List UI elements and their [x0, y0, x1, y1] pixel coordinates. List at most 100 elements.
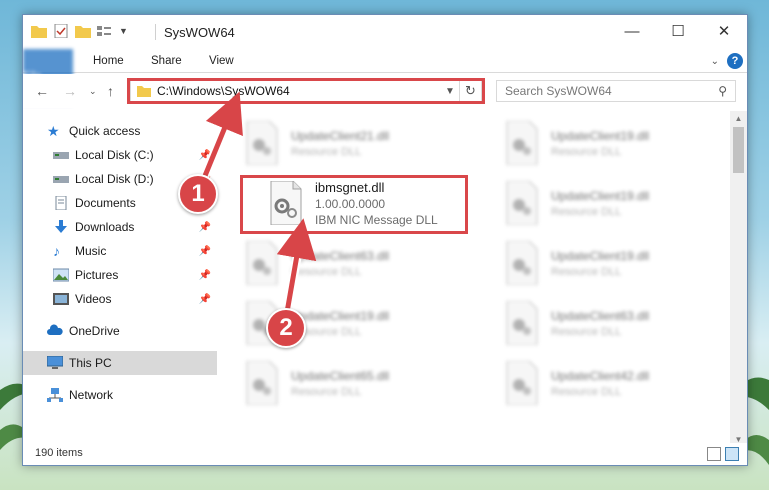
maximize-button[interactable]: ☐: [655, 15, 701, 47]
pin-icon[interactable]: 📌: [199, 270, 211, 281]
sidebar-item-network[interactable]: Network: [23, 383, 217, 407]
file-description: Resource DLL: [551, 325, 622, 338]
list-item[interactable]: UpdateClient63.dll Resource DLL: [503, 295, 733, 351]
quick-access-toolbar: ▼: [31, 24, 128, 38]
view-switcher: [707, 447, 739, 461]
file-description: Resource DLL: [551, 385, 622, 398]
help-button[interactable]: ?: [727, 53, 743, 69]
list-item[interactable]: UpdateClient19.dll Resource DLL: [503, 175, 733, 231]
list-item[interactable]: UpdateClient65.dll Resource DLL: [243, 355, 473, 411]
sidebar-item-label: Downloads: [75, 220, 135, 234]
navigation-bar: ← → ⌄ ↑ C:\Windows\SysWOW64 ▼ ↻ Search S…: [23, 74, 747, 108]
minimize-button[interactable]: —: [609, 15, 655, 47]
dll-file-icon: [246, 121, 278, 165]
list-item[interactable]: UpdateClient42.dll Resource DLL: [503, 355, 733, 411]
expand-ribbon-icon[interactable]: ⌄: [711, 56, 719, 67]
tab-home[interactable]: Home: [93, 49, 124, 73]
sidebar-item-downloads[interactable]: Downloads 📌: [23, 215, 217, 239]
forward-arrow-icon[interactable]: →: [63, 83, 77, 99]
dll-file-icon: [506, 181, 538, 225]
properties-icon[interactable]: [53, 24, 69, 38]
pin-icon[interactable]: 📌: [199, 150, 211, 161]
step-2-badge: 2: [266, 308, 306, 348]
tab-view[interactable]: View: [209, 49, 234, 73]
file-description: Resource DLL: [551, 205, 622, 218]
videos-icon: [53, 293, 69, 305]
download-icon: [55, 220, 67, 233]
dll-file-icon: [246, 241, 278, 285]
drive-icon: [53, 152, 69, 159]
sidebar-item-quick-access[interactable]: ★ Quick access: [23, 119, 217, 143]
documents-icon: [55, 196, 67, 210]
step-1-badge: 1: [178, 174, 218, 214]
vertical-scrollbar[interactable]: ▲ ▼: [730, 111, 747, 447]
window-title: SysWOW64: [164, 25, 235, 40]
title-bar: ▼ SysWOW64 — ☐ ✕: [23, 15, 747, 49]
file-name: UpdateClient19.dll: [551, 188, 650, 203]
sidebar-item-label: This PC: [69, 356, 112, 370]
sidebar-item-label: Local Disk (C:): [75, 148, 154, 162]
tab-share[interactable]: Share: [151, 49, 182, 73]
file-description: Resource DLL: [551, 265, 622, 278]
file-description: Resource DLL: [291, 265, 362, 278]
status-bar: 190 items: [23, 443, 747, 465]
dll-file-icon: [506, 121, 538, 165]
list-item[interactable]: UpdateClient19.dll Resource DLL: [503, 235, 733, 291]
file-name: UpdateClient63.dll: [551, 308, 650, 323]
search-box[interactable]: Search SysWOW64 ⚲: [496, 80, 736, 102]
file-name: UpdateClient19.dll: [291, 308, 390, 323]
list-item[interactable]: UpdateClient19.dll Resource DLL: [503, 115, 733, 171]
sidebar-item-this-pc[interactable]: This PC: [23, 351, 217, 375]
sidebar-item-pictures[interactable]: Pictures 📌: [23, 263, 217, 287]
toolbar-dropdown-icon[interactable]: ▼: [119, 26, 128, 36]
sidebar-item-label: OneDrive: [69, 324, 120, 338]
sidebar-item-music[interactable]: ♪ Music 📌: [23, 239, 217, 263]
folder-icon: [31, 26, 47, 38]
network-icon: [47, 388, 63, 402]
file-list: UpdateClient21.dll Resource DLL UpdateCli…: [237, 111, 733, 441]
tiles-view-icon[interactable]: [725, 447, 739, 461]
customize-toolbar-icon[interactable]: [97, 24, 113, 38]
drive-icon: [53, 176, 69, 183]
dll-file-icon: [506, 301, 538, 345]
file-name: UpdateClient42.dll: [551, 368, 650, 383]
pin-icon[interactable]: 📌: [199, 246, 211, 257]
music-icon: ♪: [53, 243, 60, 259]
ribbon-tabs: File Home Share View ⌄ ?: [23, 49, 747, 105]
file-description: Resource DLL: [291, 385, 362, 398]
search-placeholder: Search SysWOW64: [505, 84, 612, 98]
sidebar-item-label: Documents: [75, 196, 136, 210]
details-view-icon[interactable]: [707, 447, 721, 461]
file-description: Resource DLL: [291, 145, 362, 158]
address-bar-highlight: [127, 78, 485, 104]
dll-file-icon: [246, 361, 278, 405]
pin-icon[interactable]: 📌: [199, 222, 211, 233]
navigation-pane: ★ Quick access Local Disk (C:) 📌 Local D…: [23, 111, 217, 441]
sidebar-item-label: Pictures: [75, 268, 119, 282]
sidebar-item-label: Local Disk (D:): [75, 172, 154, 186]
recent-locations-icon[interactable]: ⌄: [89, 86, 97, 97]
scroll-up-icon[interactable]: ▲: [730, 114, 747, 123]
close-button[interactable]: ✕: [701, 15, 747, 47]
pictures-icon: [53, 268, 69, 282]
sidebar-item-local-disk-c[interactable]: Local Disk (C:) 📌: [23, 143, 217, 167]
sidebar-item-label: Quick access: [69, 124, 141, 138]
scroll-thumb[interactable]: [733, 127, 744, 173]
list-item[interactable]: UpdateClient21.dll Resource DLL: [243, 115, 473, 171]
window-controls: — ☐ ✕: [609, 15, 747, 47]
computer-icon: [47, 356, 63, 369]
title-separator: [155, 24, 156, 40]
new-folder-icon[interactable]: [75, 24, 91, 38]
list-item[interactable]: UpdateClient63.dll Resource DLL: [243, 235, 473, 291]
up-arrow-icon[interactable]: ↑: [107, 83, 114, 99]
sidebar-item-label: Network: [69, 388, 114, 402]
dll-file-icon: [506, 361, 538, 405]
cloud-icon: [47, 324, 63, 335]
sidebar-item-label: Music: [75, 244, 107, 258]
pin-icon[interactable]: 📌: [199, 294, 211, 305]
back-arrow-icon[interactable]: ←: [35, 83, 49, 99]
file-description: Resource DLL: [551, 145, 622, 158]
sidebar-item-onedrive[interactable]: OneDrive: [23, 319, 217, 343]
sidebar-item-videos[interactable]: Videos 📌: [23, 287, 217, 311]
search-icon[interactable]: ⚲: [718, 84, 727, 98]
